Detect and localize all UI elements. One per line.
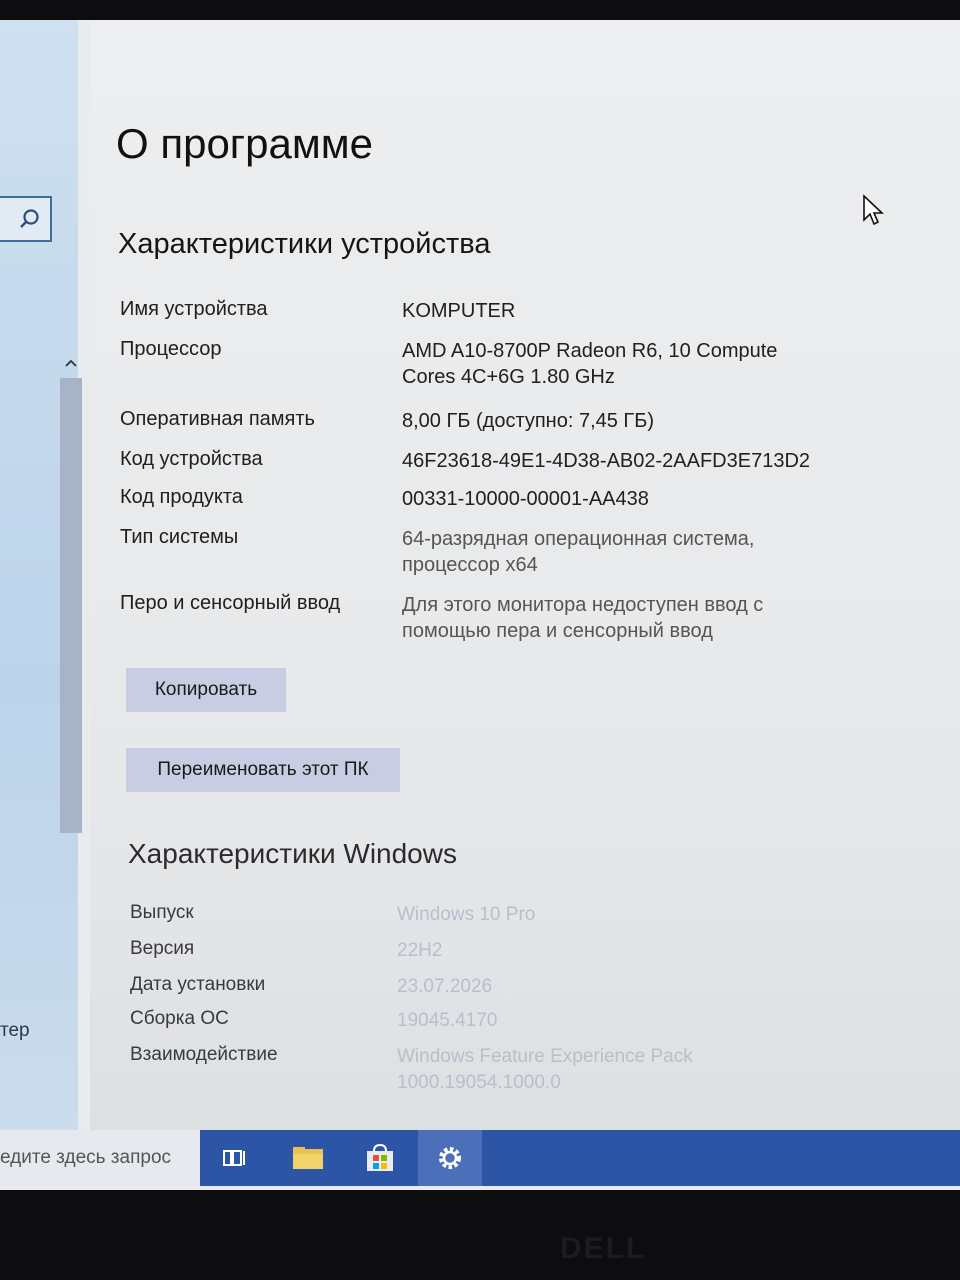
spec-label: Процессор bbox=[120, 338, 222, 360]
about-page: О программе Характеристики устройства Им… bbox=[90, 20, 960, 1130]
mouse-cursor-icon bbox=[863, 194, 884, 226]
spec-label: Имя устройства bbox=[120, 298, 268, 320]
scrollbar[interactable] bbox=[58, 350, 84, 840]
task-view-icon bbox=[223, 1150, 245, 1166]
store-button[interactable] bbox=[348, 1130, 412, 1186]
file-explorer-button[interactable] bbox=[276, 1130, 340, 1186]
spec-value: AMD A10-8700P Radeon R6, 10 Compute Core… bbox=[402, 340, 778, 388]
sidebar-item-partial[interactable]: тер bbox=[0, 1020, 30, 1042]
scroll-thumb[interactable] bbox=[60, 378, 82, 833]
spec-value: Windows Feature Experience Pack 1000.190… bbox=[397, 1046, 693, 1093]
spec-value: Для этого монитора недоступен ввод с пом… bbox=[402, 594, 764, 642]
scroll-up-arrow[interactable] bbox=[58, 350, 84, 376]
spec-label: Версия bbox=[130, 938, 195, 959]
spec-label: Взаимодействие bbox=[130, 1044, 278, 1065]
spec-label: Код устройства bbox=[120, 448, 263, 470]
search-icon bbox=[20, 209, 39, 228]
spec-value: Windows 10 Pro bbox=[397, 904, 536, 925]
spec-label: Код продукта bbox=[120, 486, 243, 508]
chevron-up-icon bbox=[65, 359, 77, 367]
spec-label: Тип системы bbox=[120, 526, 239, 548]
sidebar-search-box[interactable] bbox=[0, 196, 52, 242]
spec-label: Оперативная память bbox=[120, 408, 315, 430]
taskbar: едите здесь запрос bbox=[0, 1130, 960, 1186]
spec-value: 64-разрядная операционная система, проце… bbox=[402, 528, 755, 576]
device-specs-heading: Характеристики устройства bbox=[118, 228, 491, 260]
task-view-button[interactable] bbox=[204, 1130, 268, 1186]
store-icon bbox=[367, 1143, 393, 1171]
spec-label: Сборка ОС bbox=[130, 1008, 229, 1029]
spec-label: Перо и сенсорный ввод bbox=[120, 592, 341, 614]
rename-pc-button[interactable]: Переименовать этот ПК bbox=[126, 748, 400, 792]
spec-value: 46F23618-49E1-4D38-AB02-2AAFD3E713D2 bbox=[402, 450, 811, 472]
spec-label: Дата установки bbox=[130, 974, 266, 995]
spec-value: 00331-10000-00001-AA438 bbox=[402, 488, 649, 510]
spec-value: 8,00 ГБ (доступно: 7,45 ГБ) bbox=[402, 410, 655, 432]
spec-value: 19045.4170 bbox=[397, 1010, 498, 1031]
spec-value: 22H2 bbox=[397, 940, 443, 961]
dell-logo: DELL bbox=[560, 1232, 647, 1265]
spec-label: Выпуск bbox=[130, 902, 194, 923]
copy-button[interactable]: Копировать bbox=[126, 668, 286, 712]
settings-button[interactable] bbox=[418, 1130, 482, 1186]
taskbar-search-box[interactable]: едите здесь запрос bbox=[0, 1130, 200, 1186]
page-title: О программе bbox=[116, 120, 373, 167]
windows-specs-heading: Характеристики Windows bbox=[128, 838, 457, 869]
spec-value: 23.07.2026 bbox=[397, 976, 493, 997]
file-explorer-icon bbox=[293, 1147, 323, 1169]
settings-icon bbox=[439, 1147, 461, 1169]
screen: тер О программе Характеристики устройств… bbox=[0, 20, 960, 1190]
spec-value: KOMPUTER bbox=[402, 300, 516, 322]
